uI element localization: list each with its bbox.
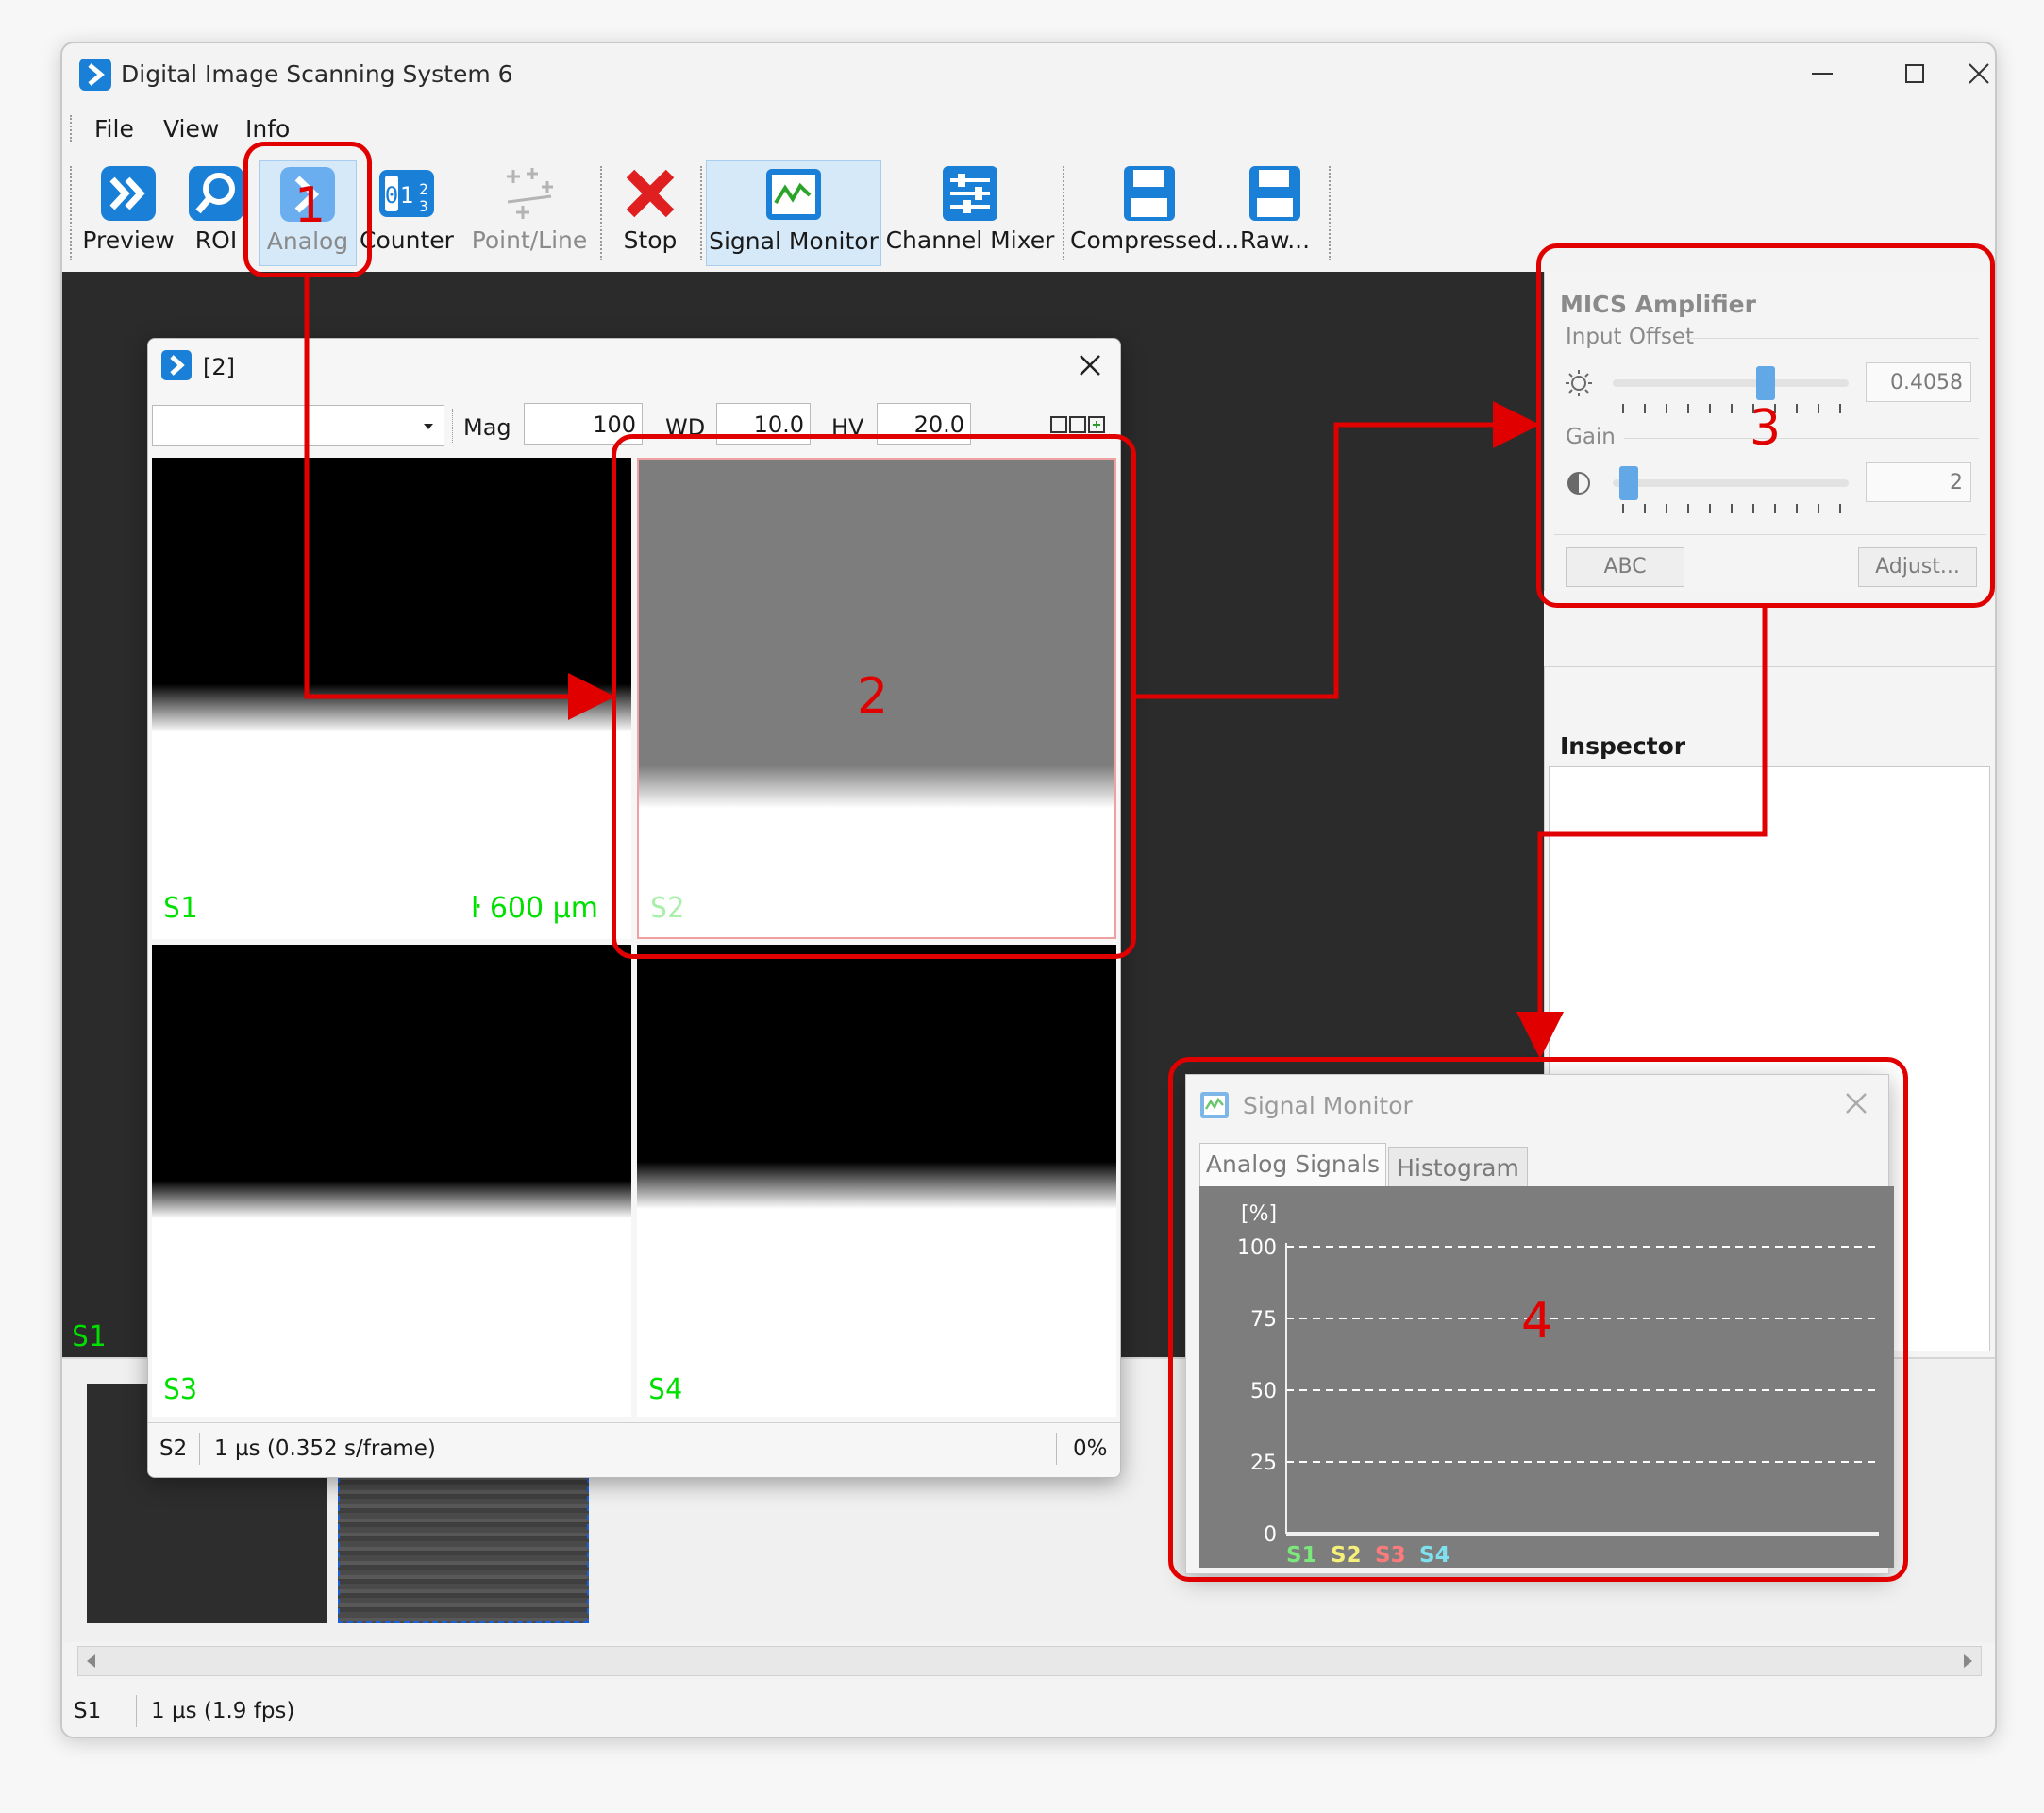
signal-monitor-button[interactable]: Signal Monitor bbox=[706, 160, 881, 266]
menu-info[interactable]: Info bbox=[245, 115, 290, 143]
save-compressed-label: Compressed... bbox=[1070, 227, 1240, 254]
channel-s3-image[interactable]: S3 bbox=[152, 945, 631, 1417]
save-raw-button[interactable]: Raw... bbox=[1232, 160, 1317, 266]
channel-s1-image[interactable]: S1 ŀ 600 µm bbox=[152, 458, 631, 939]
channel-s4-image[interactable]: S4 bbox=[637, 945, 1116, 1417]
point-line-label: Point/Line bbox=[471, 227, 588, 254]
scan-window-title: [2] bbox=[203, 354, 235, 380]
callout-2-number: 2 bbox=[857, 668, 889, 725]
menu-view[interactable]: View bbox=[163, 115, 219, 143]
preset-dropdown[interactable] bbox=[152, 405, 444, 446]
scroll-right-icon[interactable] bbox=[1958, 1652, 1977, 1670]
save-raw-icon bbox=[1249, 166, 1300, 221]
callout-1-number: 1 bbox=[294, 177, 327, 234]
signal-monitor-label: Signal Monitor bbox=[709, 227, 879, 255]
preview-label: Preview bbox=[82, 227, 175, 254]
minimize-button[interactable] bbox=[1780, 51, 1865, 96]
menu-grip bbox=[70, 115, 72, 142]
menu-file[interactable]: File bbox=[94, 115, 134, 143]
svg-text:3: 3 bbox=[419, 197, 428, 215]
save-raw-label: Raw... bbox=[1239, 227, 1311, 254]
maximize-icon bbox=[1905, 64, 1924, 83]
stop-button[interactable]: Stop bbox=[608, 160, 693, 266]
workspace-channel-label: S1 bbox=[72, 1320, 107, 1353]
channel-mixer-icon bbox=[943, 166, 997, 221]
channel-s1-label: S1 bbox=[163, 892, 198, 925]
callout-4-number: 4 bbox=[1521, 1293, 1553, 1350]
scan-window-logo-icon bbox=[161, 350, 192, 380]
scale-bar-tick-icon: ŀ bbox=[471, 892, 481, 925]
divider bbox=[1545, 666, 1995, 667]
svg-text:0: 0 bbox=[385, 182, 398, 209]
app-title: Digital Image Scanning System 6 bbox=[121, 60, 513, 88]
layout-grid-icon[interactable] bbox=[1050, 414, 1111, 435]
status-bar: S1 1 µs (1.9 fps) bbox=[62, 1687, 1995, 1737]
status-channel: S1 bbox=[74, 1699, 102, 1723]
toolbar-separator bbox=[1329, 166, 1332, 260]
point-line-icon bbox=[507, 168, 553, 219]
maximize-button[interactable] bbox=[1872, 51, 1957, 96]
toolbar-separator bbox=[600, 166, 604, 260]
minimize-icon bbox=[1812, 73, 1833, 75]
scan-status-channel: S2 bbox=[159, 1436, 188, 1461]
channel-s4-label: S4 bbox=[648, 1373, 683, 1406]
stop-x-icon bbox=[626, 169, 675, 218]
save-compressed-button[interactable]: Compressed... bbox=[1070, 160, 1240, 266]
scale-bar: ŀ 600 µm bbox=[471, 892, 598, 925]
toolbar-separator bbox=[700, 166, 704, 260]
divider bbox=[199, 1433, 200, 1465]
point-line-button[interactable]: Point/Line bbox=[468, 160, 591, 266]
toolbar-grip bbox=[70, 166, 74, 260]
channel-mixer-button[interactable]: Channel Mixer bbox=[885, 160, 1055, 266]
inspector-title: Inspector bbox=[1560, 732, 1686, 760]
scale-bar-label: 600 µm bbox=[489, 892, 598, 925]
svg-text:1: 1 bbox=[400, 182, 413, 209]
preview-button[interactable]: Preview bbox=[77, 160, 179, 266]
signal-monitor-icon bbox=[766, 169, 821, 220]
channel-mixer-label: Channel Mixer bbox=[885, 227, 1055, 254]
callout-3-number: 3 bbox=[1750, 400, 1782, 457]
divider bbox=[1056, 1433, 1057, 1465]
status-timing: 1 µs (1.9 fps) bbox=[151, 1699, 295, 1723]
horizontal-scrollbar[interactable] bbox=[77, 1646, 1982, 1676]
channel-s3-label: S3 bbox=[163, 1373, 198, 1406]
scroll-left-icon[interactable] bbox=[82, 1652, 101, 1670]
app-logo-icon bbox=[79, 59, 111, 91]
preview-icon bbox=[101, 166, 156, 221]
stop-label: Stop bbox=[623, 227, 678, 254]
counter-icon: 0 1 2 3 bbox=[379, 170, 434, 217]
roi-label: ROI bbox=[194, 227, 238, 254]
save-compressed-icon bbox=[1124, 166, 1175, 221]
roi-button[interactable]: ROI bbox=[183, 160, 249, 266]
close-window-button[interactable] bbox=[1965, 51, 1993, 96]
scan-window-status-bar: S2 1 µs (0.352 s/frame) 0% bbox=[148, 1422, 1120, 1477]
divider bbox=[136, 1695, 137, 1727]
chevron-down-icon bbox=[424, 424, 433, 429]
scan-status-timing: 1 µs (0.352 s/frame) bbox=[214, 1436, 436, 1461]
scan-status-progress: 0% bbox=[1073, 1436, 1108, 1461]
title-bar: Digital Image Scanning System 6 bbox=[62, 43, 1995, 106]
roi-magnifier-icon bbox=[189, 166, 243, 221]
svg-text:2: 2 bbox=[419, 180, 428, 198]
close-icon bbox=[1969, 63, 1989, 84]
toolbar-separator bbox=[1063, 166, 1066, 260]
mag-label: Mag bbox=[463, 414, 511, 441]
divider bbox=[452, 409, 453, 443]
scan-window-close-icon[interactable] bbox=[1077, 352, 1103, 378]
